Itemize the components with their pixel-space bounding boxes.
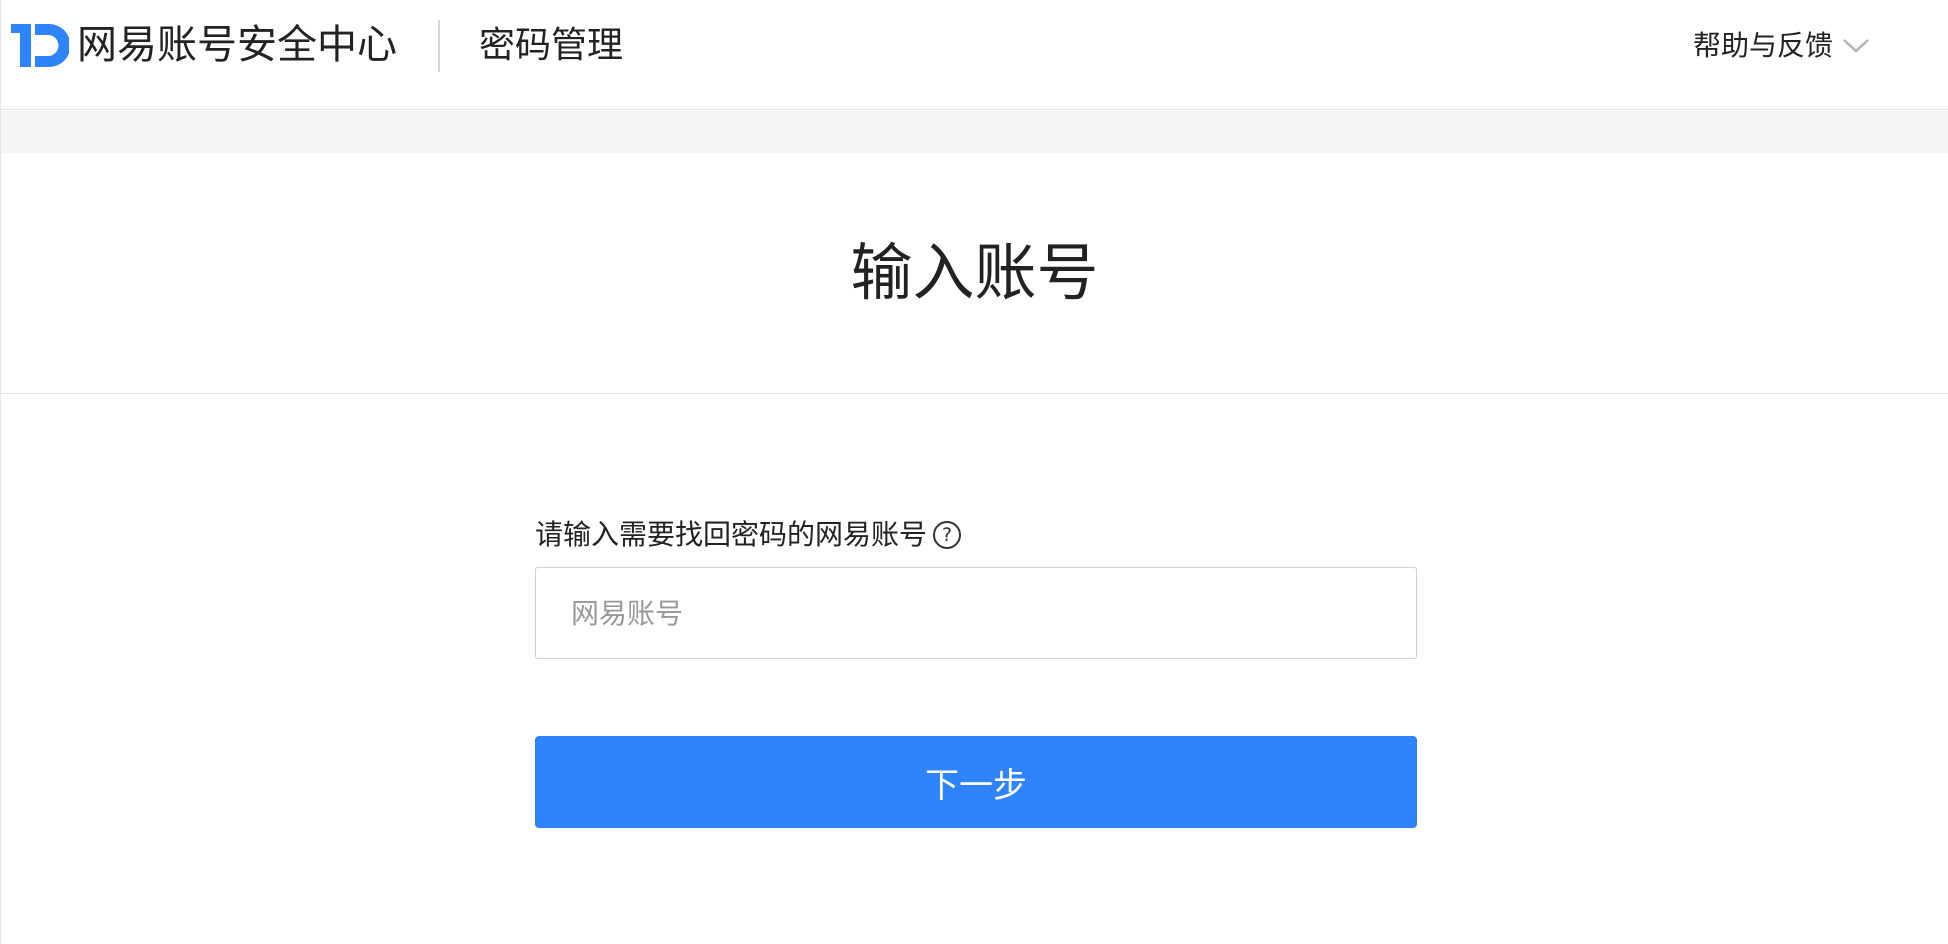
netease-id-logo-icon[interactable] — [11, 20, 69, 70]
help-feedback-menu[interactable]: 帮助与反馈 — [1693, 26, 1871, 66]
gray-band — [1, 111, 1948, 153]
brand-title[interactable]: 网易账号安全中心 — [77, 20, 397, 70]
help-feedback-label: 帮助与反馈 — [1693, 29, 1834, 62]
account-field-label-text: 请输入需要找回密码的网易账号 — [535, 518, 928, 551]
account-field-label: 请输入需要找回密码的网易账号 ? — [535, 510, 1417, 560]
question-circle-icon[interactable]: ? — [933, 521, 962, 549]
account-form: 请输入需要找回密码的网易账号 ? 下一步 — [535, 510, 1417, 828]
section-title: 密码管理 — [479, 25, 624, 66]
header-divider — [438, 20, 440, 72]
next-step-button[interactable]: 下一步 — [535, 736, 1417, 828]
page-title: 输入账号 — [850, 236, 1099, 309]
page: 网易账号安全中心 密码管理 帮助与反馈 输入账号 请输入需要找回密码的网易账号 … — [0, 0, 1948, 944]
chevron-down-icon — [1843, 39, 1869, 53]
top-header: 网易账号安全中心 密码管理 帮助与反馈 — [1, 0, 1948, 110]
account-input[interactable] — [535, 567, 1417, 659]
title-section: 输入账号 — [1, 153, 1948, 394]
